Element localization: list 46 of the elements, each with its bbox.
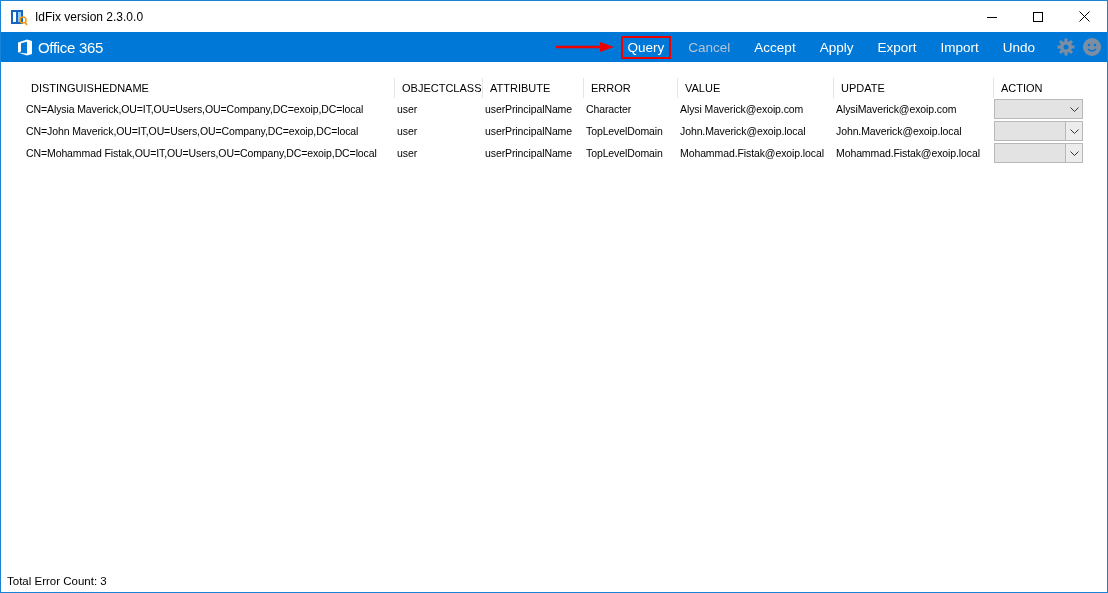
close-icon[interactable] [1078, 11, 1090, 22]
table-cell-text: TopLevelDomain [585, 147, 664, 159]
table-cell-text: Alysi Maverick@exoip.com [679, 103, 805, 115]
menu-button[interactable]: Undo [995, 35, 1042, 59]
maximize-icon[interactable] [1033, 11, 1043, 22]
table-cell-text: TopLevelDomain [585, 125, 664, 137]
status-text: Total Error Count: 3 [7, 575, 107, 587]
settings-icon[interactable] [1057, 38, 1075, 56]
table-cell-text: userPrincipalName [484, 147, 573, 159]
column-header[interactable]: OBJECTCLASS [394, 78, 482, 98]
table-cell-text: user [396, 147, 419, 159]
table-cell-text: John.Maverick@exoip.local [835, 125, 963, 137]
table-cell-text: AlysiMaverick@exoip.com [835, 103, 958, 115]
column-header[interactable]: VALUE [677, 78, 833, 98]
menu-button[interactable]: Query [620, 35, 672, 59]
column-header[interactable]: ERROR [583, 78, 677, 98]
column-header[interactable]: DISTINGUISHEDNAME [23, 78, 394, 98]
app-icon [10, 7, 28, 26]
table-cell-text: Character [585, 103, 633, 115]
column-header[interactable]: ACTION [993, 78, 1083, 98]
table-cell-text: CN=Alysia Maverick,OU=IT,OU=Users,OU=Company,DC=exoip,DC=local [25, 103, 365, 115]
chevron-down-icon [1069, 128, 1079, 134]
table-cell-text: John.Maverick@exoip.local [679, 125, 807, 137]
smiley-icon[interactable] [1083, 38, 1101, 56]
action-dropdown[interactable] [994, 121, 1083, 141]
table-cell-text: Mohammad.Fistak@exoip.local [679, 147, 825, 159]
table-cell-text: user [396, 125, 419, 137]
column-header[interactable]: ATTRIBUTE [482, 78, 583, 98]
table-cell-text: Mohammad.Fistak@exoip.local [835, 147, 981, 159]
brand-label: Office 365 [38, 38, 104, 56]
column-header[interactable]: UPDATE [833, 78, 993, 98]
menu-button[interactable]: Accept [747, 35, 803, 59]
chevron-down-icon [1069, 106, 1079, 112]
office-logo-icon [17, 38, 33, 56]
table-cell-text: CN=John Maverick,OU=IT,OU=Users,OU=Company,DC=exoip,DC=local [25, 125, 360, 137]
menu-button[interactable]: Apply [812, 35, 861, 59]
table-cell-text: CN=Mohammad Fistak,OU=IT,OU=Users,OU=Company,DC=exoip,DC=local [25, 147, 378, 159]
action-dropdown[interactable] [994, 143, 1083, 163]
menu-button[interactable]: Export [870, 35, 924, 59]
chevron-down-icon [1069, 150, 1079, 156]
table-cell-text: userPrincipalName [484, 103, 573, 115]
action-dropdown[interactable] [994, 99, 1083, 119]
window-title: IdFix version 2.3.0.0 [35, 9, 144, 24]
table-cell-text: userPrincipalName [484, 125, 573, 137]
table-cell-text: user [396, 103, 419, 115]
menu-button[interactable]: Import [933, 35, 986, 59]
